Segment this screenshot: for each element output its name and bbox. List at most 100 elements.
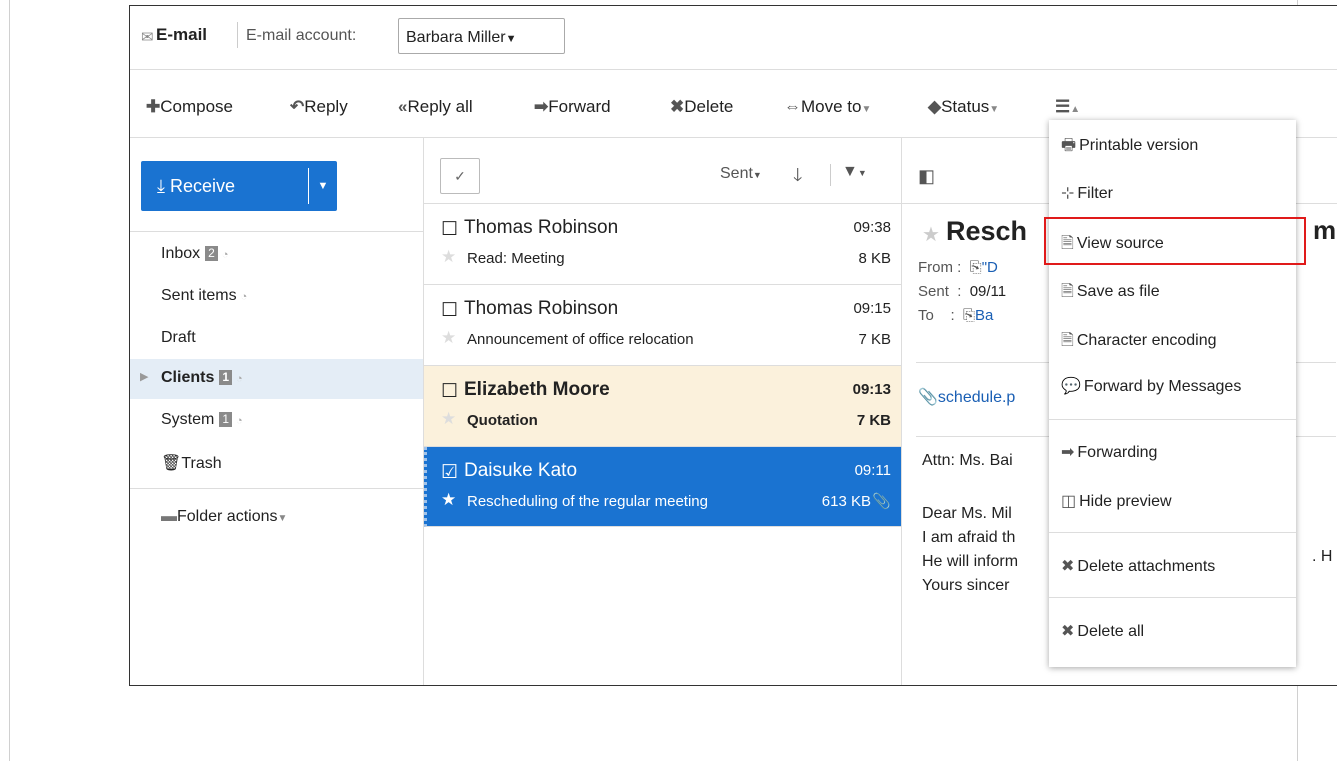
- mail-row[interactable]: ☐ Thomas Robinson 09:38 ★ Read: Meeting …: [424, 204, 901, 285]
- menu-item-label: Forwarding: [1077, 444, 1158, 461]
- forward-button[interactable]: ➡Forward: [534, 97, 611, 117]
- expand-triangle-icon[interactable]: ▶: [140, 370, 148, 383]
- mail-checkbox[interactable]: ☐: [441, 220, 458, 240]
- mail-from: Elizabeth Moore: [464, 379, 610, 400]
- mail-size: 7 KB: [856, 412, 891, 429]
- mail-subject: Read: Meeting: [467, 250, 565, 267]
- compose-button[interactable]: ✚Compose: [146, 97, 233, 117]
- mail-subject: Quotation: [467, 412, 538, 429]
- menu-item-delete-all[interactable]: ✖ Delete all: [1061, 621, 1144, 641]
- attachment-name: schedule.p: [937, 389, 1016, 406]
- preview-from: From : ⎘"D: [918, 259, 998, 276]
- account-select[interactable]: Barbara Miller▼: [398, 18, 565, 54]
- mail-subject: Rescheduling of the regular meeting: [467, 493, 708, 510]
- star-icon[interactable]: ★: [441, 490, 456, 510]
- menu-item-label: Forward by Messages: [1083, 378, 1242, 395]
- download-icon: ⤓: [157, 176, 165, 196]
- account-label: E-mail account:: [246, 27, 357, 44]
- mail-time: 09:11: [854, 462, 891, 479]
- contact-icon: ⎘: [963, 307, 976, 324]
- more-actions-menu: 🖶 Printable version ⊹ Filter 🗎 View source …: [1049, 120, 1296, 667]
- mail-time: 09:13: [852, 381, 891, 398]
- menu-item-forward-by-messages[interactable]: 💬 Forward by Messages: [1061, 376, 1241, 396]
- document-icon: 🗎: [1061, 332, 1074, 349]
- menu-item-delete-attachments[interactable]: ✖ Delete attachments: [1061, 556, 1215, 576]
- receive-dropdown-button[interactable]: ▼: [309, 161, 337, 211]
- reply-button[interactable]: ↶Reply: [290, 97, 348, 117]
- star-icon[interactable]: ★: [441, 247, 456, 267]
- more-menu-button[interactable]: ☰▲: [1055, 97, 1080, 117]
- page-border-left: [9, 0, 10, 761]
- rss-icon: ◔: [221, 249, 229, 261]
- menu-item-forwarding[interactable]: ➡ Forwarding: [1061, 442, 1157, 462]
- mail-from: Thomas Robinson: [464, 298, 619, 319]
- mail-checkbox[interactable]: ☐: [441, 382, 458, 402]
- title-divider: [237, 22, 238, 48]
- sort-dropdown[interactable]: Sent▼: [720, 165, 762, 183]
- sidebar-item-inbox[interactable]: Inbox 2 ◔: [130, 237, 423, 273]
- to-value[interactable]: Ba: [975, 307, 993, 324]
- app-title: E-mail: [156, 25, 208, 44]
- star-icon[interactable]: ★: [441, 409, 456, 429]
- menu-item-hide-preview[interactable]: ◫ Hide preview: [1061, 491, 1172, 511]
- folder-actions-button[interactable]: ▬Folder actions▼: [130, 500, 423, 536]
- menu-item-character-encoding[interactable]: 🗎 Character encoding: [1061, 329, 1217, 356]
- mail-checkbox[interactable]: ☐: [441, 301, 458, 321]
- delete-x-icon: ✖: [670, 97, 685, 116]
- menu-item-label: Printable version: [1079, 137, 1199, 154]
- attachment-link[interactable]: 📎schedule.p: [918, 387, 1015, 407]
- forward-arrow-icon: ➡: [1061, 444, 1075, 461]
- mail-row[interactable]: ☐ Thomas Robinson 09:15 ★ Announcement o…: [424, 285, 901, 366]
- mail-checkbox-checked[interactable]: ☑: [441, 463, 458, 483]
- move-to-button[interactable]: ⇔Move to▼: [784, 97, 871, 117]
- preview-pane-icon: ◫: [1061, 493, 1077, 510]
- printer-icon: 🖶: [1061, 137, 1077, 154]
- preview-subject: Resch: [946, 216, 1028, 246]
- receive-button[interactable]: ⤓ Receive: [141, 161, 308, 211]
- body-line: Yours sincer: [922, 577, 1010, 594]
- menu-divider: [1049, 419, 1296, 420]
- annotation-highlight-box: [1044, 217, 1306, 265]
- trash-icon: 🗑: [161, 455, 182, 472]
- delete-x-icon: ✖: [1061, 558, 1075, 575]
- mail-list: ✓ Sent▼ 🡓 ▼▼ ☐ Thomas Robinson 09:38 ★ R…: [424, 138, 902, 685]
- tag-icon: ◆: [928, 97, 942, 116]
- menu-item-printable-version[interactable]: 🖶 Printable version: [1061, 134, 1198, 161]
- expand-preview-icon[interactable]: ◧: [918, 166, 935, 187]
- sort-direction-icon[interactable]: 🡓: [793, 163, 802, 193]
- filter-icon: ⊹: [1061, 185, 1075, 202]
- menu-item-label: Character encoding: [1076, 332, 1217, 349]
- chevron-down-icon: ▼: [752, 170, 762, 180]
- check-icon: ✓: [454, 168, 466, 184]
- from-value[interactable]: "D: [982, 259, 998, 276]
- document-icon: ☰: [1055, 97, 1071, 116]
- chevron-up-icon: ▲: [1070, 104, 1081, 115]
- body-line: He will inform: [922, 553, 1019, 570]
- delete-button[interactable]: ✖Delete: [670, 97, 733, 117]
- menu-item-filter[interactable]: ⊹ Filter: [1061, 183, 1113, 203]
- menu-item-save-as-file[interactable]: 🗎 Save as file: [1061, 280, 1160, 307]
- sidebar-item-system[interactable]: System 1 ◔: [130, 403, 423, 439]
- chevron-down-icon: ▼: [989, 104, 1000, 115]
- mail-row-selected[interactable]: ☑ Daisuke Kato 09:11 ★ Rescheduling of t…: [424, 447, 901, 527]
- sidebar-item-sent-items[interactable]: Sent items ◔: [130, 279, 423, 315]
- star-icon[interactable]: ★: [441, 328, 456, 348]
- mail-time: 09:15: [853, 300, 891, 317]
- folder-label: System: [161, 411, 215, 428]
- rss-icon: ◔: [240, 291, 248, 303]
- sidebar-item-draft[interactable]: Draft: [130, 321, 423, 357]
- mail-size: 613 KB: [821, 493, 871, 510]
- sidebar-item-clients[interactable]: ▶ Clients 1 ◔: [130, 359, 423, 399]
- menu-item-label: Save as file: [1076, 283, 1160, 300]
- star-icon[interactable]: ★: [922, 222, 940, 247]
- status-button[interactable]: ◆Status▼: [928, 97, 999, 117]
- reply-all-button[interactable]: «Reply all: [398, 97, 473, 117]
- forward-label: Forward: [548, 97, 611, 116]
- sidebar-item-trash[interactable]: 🗑Trash: [130, 445, 423, 481]
- messages-icon: 💬: [1061, 378, 1081, 395]
- filter-funnel-icon[interactable]: ▼▼: [842, 163, 867, 181]
- select-all-checkbox[interactable]: ✓: [440, 158, 480, 194]
- mail-row-unread[interactable]: ☐ Elizabeth Moore 09:13 ★ Quotation 7 KB: [424, 366, 901, 447]
- folder-label: Clients: [161, 369, 215, 386]
- document-icon: 🗎: [1061, 283, 1074, 300]
